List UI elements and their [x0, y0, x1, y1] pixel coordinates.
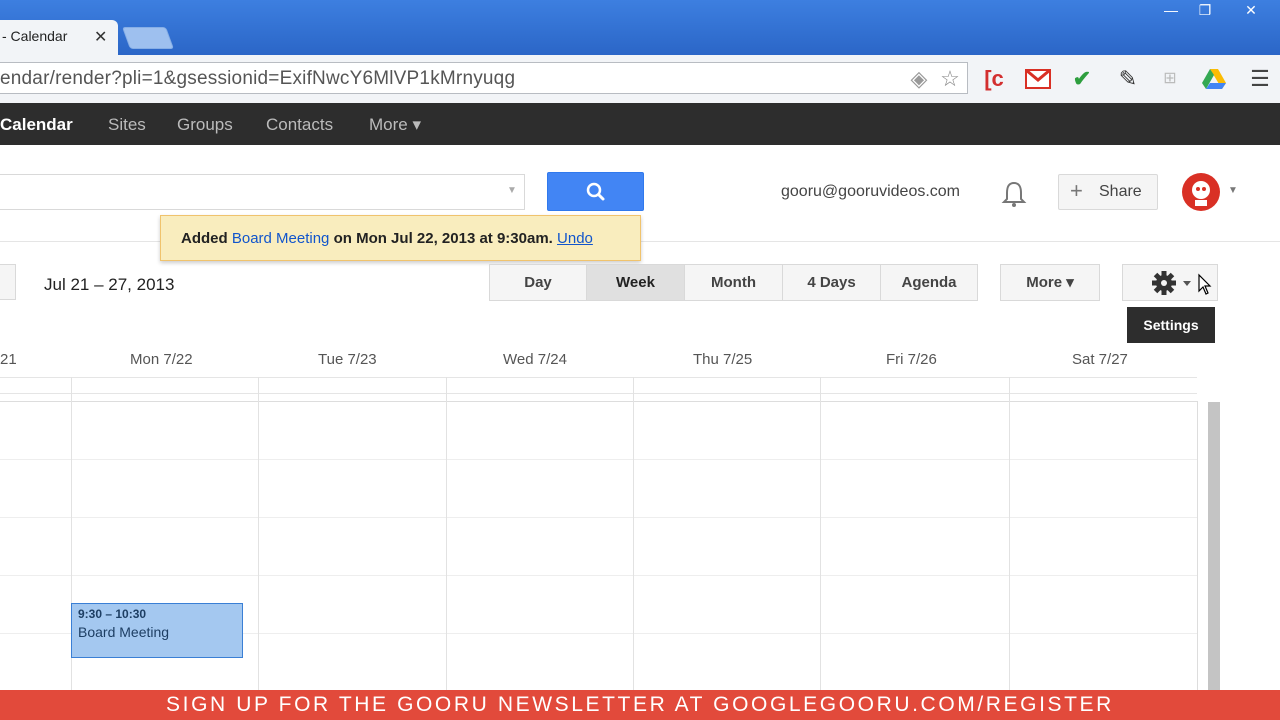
- previous-period-button[interactable]: [0, 264, 16, 300]
- gmail-icon[interactable]: [1024, 66, 1052, 92]
- day-column-divider: [446, 377, 447, 690]
- toast-prefix: Added: [181, 230, 228, 247]
- view-month-button[interactable]: Month: [684, 264, 783, 301]
- page-action-icon[interactable]: ◈: [905, 66, 933, 92]
- bookmark-star-icon[interactable]: ☆: [936, 66, 964, 92]
- eyedropper-icon[interactable]: ✎: [1114, 66, 1142, 92]
- event-time: 9:30 – 10:30: [78, 607, 147, 621]
- gbar-contacts-link[interactable]: Contacts: [266, 115, 333, 135]
- gbar-groups-link[interactable]: Groups: [177, 115, 233, 135]
- day-header-wed[interactable]: Wed 7/24: [503, 351, 567, 368]
- day-header-tue[interactable]: Tue 7/23: [318, 351, 377, 368]
- day-column-divider: [820, 377, 821, 690]
- search-icon: [586, 182, 605, 201]
- more-menu-button[interactable]: More ▾: [1000, 264, 1100, 301]
- mouse-cursor-icon: [1198, 273, 1212, 295]
- search-options-dropdown-icon[interactable]: ▼: [507, 185, 517, 196]
- view-4days-button[interactable]: 4 Days: [782, 264, 881, 301]
- undo-link[interactable]: Undo: [557, 230, 593, 247]
- day-header-fri[interactable]: Fri 7/26: [886, 351, 937, 368]
- avatar-mascot-icon: [1192, 181, 1210, 206]
- gbar-calendar-link[interactable]: Calendar: [0, 115, 73, 135]
- view-day-button[interactable]: Day: [489, 264, 587, 301]
- minimize-button[interactable]: —: [1154, 0, 1188, 20]
- gear-icon: [1152, 271, 1212, 295]
- google-drive-icon[interactable]: [1200, 66, 1228, 92]
- gbar-sites-link[interactable]: Sites: [108, 115, 146, 135]
- day-column-divider: [633, 377, 634, 690]
- search-button[interactable]: [547, 172, 644, 211]
- tab-title: - Calendar: [2, 28, 68, 44]
- new-tab-button[interactable]: [121, 27, 175, 49]
- day-header-sat[interactable]: Sat 7/27: [1072, 351, 1128, 368]
- event-title: Board Meeting: [78, 624, 170, 640]
- toast-event-link[interactable]: Board Meeting: [232, 230, 330, 247]
- extension-grey-icon[interactable]: ⊞: [1156, 66, 1184, 92]
- day-column-divider: [1009, 377, 1010, 690]
- account-dropdown-icon[interactable]: ▼: [1228, 185, 1238, 196]
- plus-icon: +: [1070, 178, 1083, 203]
- date-range-label: Jul 21 – 27, 2013: [44, 275, 175, 294]
- tab-close-icon[interactable]: ✕: [94, 27, 107, 47]
- search-input[interactable]: [0, 174, 525, 210]
- day-header-thu[interactable]: Thu 7/25: [693, 351, 752, 368]
- newsletter-banner-text: SIGN UP FOR THE GOORU NEWSLETTER AT GOOG…: [166, 693, 1114, 716]
- avatar[interactable]: [1182, 173, 1220, 211]
- gbar-more-link[interactable]: More ▾: [369, 115, 421, 135]
- checkmark-extension-icon[interactable]: ✔: [1068, 66, 1096, 92]
- day-header-mon[interactable]: Mon 7/22: [130, 351, 193, 368]
- all-day-row[interactable]: [0, 377, 1197, 394]
- day-header-sun[interactable]: 21: [0, 351, 17, 368]
- toast-message: Added Board Meeting on Mon Jul 22, 2013 …: [181, 230, 593, 247]
- hour-line: [0, 459, 1197, 460]
- settings-tooltip: Settings: [1127, 307, 1215, 343]
- url-text[interactable]: endar/render?pli=1&gsessionid=ExifNwcY6M…: [0, 68, 515, 90]
- view-week-button[interactable]: Week: [586, 264, 685, 301]
- view-agenda-button[interactable]: Agenda: [880, 264, 978, 301]
- day-column-divider: [258, 377, 259, 690]
- account-email[interactable]: gooru@gooruvideos.com: [781, 183, 960, 201]
- hour-line: [0, 575, 1197, 576]
- close-window-button[interactable]: ✕: [1234, 0, 1268, 20]
- hour-line: [0, 517, 1197, 518]
- browser-tabstrip: [0, 0, 1280, 55]
- grid-scrollbar[interactable]: [1208, 402, 1220, 690]
- notifications-bell-icon[interactable]: [998, 178, 1030, 210]
- toast-suffix: on Mon Jul 22, 2013 at 9:30am.: [333, 230, 553, 247]
- share-label: Share: [1099, 183, 1142, 200]
- maximize-button[interactable]: ❐: [1188, 0, 1222, 20]
- chrome-menu-icon[interactable]: ☰: [1246, 66, 1274, 92]
- settings-button[interactable]: [1122, 264, 1218, 301]
- extension-c-icon[interactable]: [c: [980, 66, 1008, 92]
